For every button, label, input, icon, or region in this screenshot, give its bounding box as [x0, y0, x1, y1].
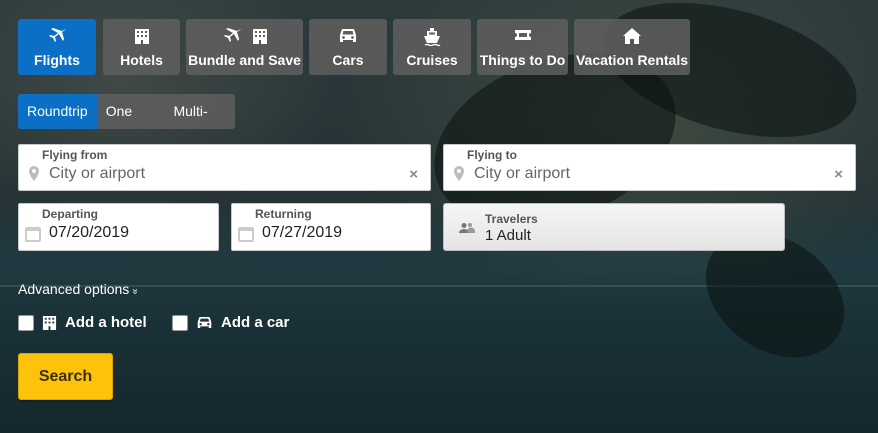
travelers-dropdown[interactable]: Travelers 1 Adult: [443, 203, 785, 251]
hotel-icon: [134, 29, 149, 44]
tab-bundle-and-save[interactable]: Bundle and Save: [186, 19, 303, 75]
tab-label: Things to Do: [479, 52, 566, 68]
tab-label: Bundle and Save: [188, 52, 301, 68]
flying-to-field: Flying to ×: [443, 144, 856, 191]
flying-to-input[interactable]: [474, 165, 794, 183]
advanced-options-label: Advanced options: [18, 281, 130, 297]
location-pin-icon: [29, 166, 39, 181]
clear-icon[interactable]: ×: [834, 166, 843, 183]
ticket-icon: [514, 30, 531, 40]
departing-label: Departing: [42, 207, 99, 221]
trip-type-one-way[interactable]: One way: [97, 94, 165, 129]
tab-flights[interactable]: Flights: [18, 19, 96, 75]
departing-field[interactable]: Departing 07/20/2019: [18, 203, 219, 251]
trip-type-multi-city[interactable]: Multi-City: [164, 94, 235, 129]
tab-vacation-rentals[interactable]: Vacation Rentals: [574, 19, 690, 75]
advanced-options-link[interactable]: Advanced options»: [18, 281, 141, 297]
search-button[interactable]: Search: [18, 353, 113, 400]
house-icon: [623, 28, 641, 44]
calendar-icon: [238, 227, 254, 242]
tab-label: Cruises: [406, 52, 458, 68]
trip-type-roundtrip[interactable]: Roundtrip: [18, 94, 97, 129]
tab-label: Flights: [34, 52, 80, 68]
tab-label: Cars: [332, 52, 364, 68]
add-car-label: Add a car: [221, 314, 290, 331]
flying-from-label: Flying from: [42, 148, 108, 162]
tab-cruises[interactable]: Cruises: [393, 19, 471, 75]
hotel-icon: [252, 29, 267, 44]
add-hotel-option: Add a hotel: [18, 314, 147, 331]
location-pin-icon: [454, 166, 464, 181]
chevron-down-icon: »: [129, 288, 141, 295]
tab-label: Hotels: [120, 52, 163, 68]
add-hotel-checkbox[interactable]: [18, 314, 34, 331]
flying-from-field: Flying from ×: [18, 144, 431, 191]
flying-to-label: Flying to: [467, 148, 517, 162]
car-icon: [197, 316, 212, 329]
calendar-icon: [25, 227, 41, 242]
flying-from-input[interactable]: [49, 165, 369, 183]
plane-icon: [223, 28, 241, 42]
people-icon: [459, 223, 475, 233]
trip-type-toggle: Roundtrip One way Multi-City: [18, 94, 235, 129]
hotel-icon: [42, 315, 57, 330]
returning-field[interactable]: Returning 07/27/2019: [231, 203, 431, 251]
returning-label: Returning: [255, 207, 312, 221]
add-car-checkbox[interactable]: [172, 314, 188, 331]
tab-hotels[interactable]: Hotels: [103, 19, 180, 75]
add-car-option: Add a car: [172, 314, 289, 331]
cruise-icon: [424, 28, 441, 47]
tab-cars[interactable]: Cars: [309, 19, 387, 75]
tab-things-to-do[interactable]: Things to Do: [477, 19, 568, 75]
travelers-label: Travelers: [485, 212, 538, 226]
plane-icon: [49, 28, 66, 42]
tab-label: Vacation Rentals: [575, 52, 689, 68]
add-hotel-label: Add a hotel: [65, 314, 147, 331]
car-icon: [340, 29, 356, 42]
travelers-value: 1 Adult: [485, 227, 531, 244]
clear-icon[interactable]: ×: [409, 166, 418, 183]
